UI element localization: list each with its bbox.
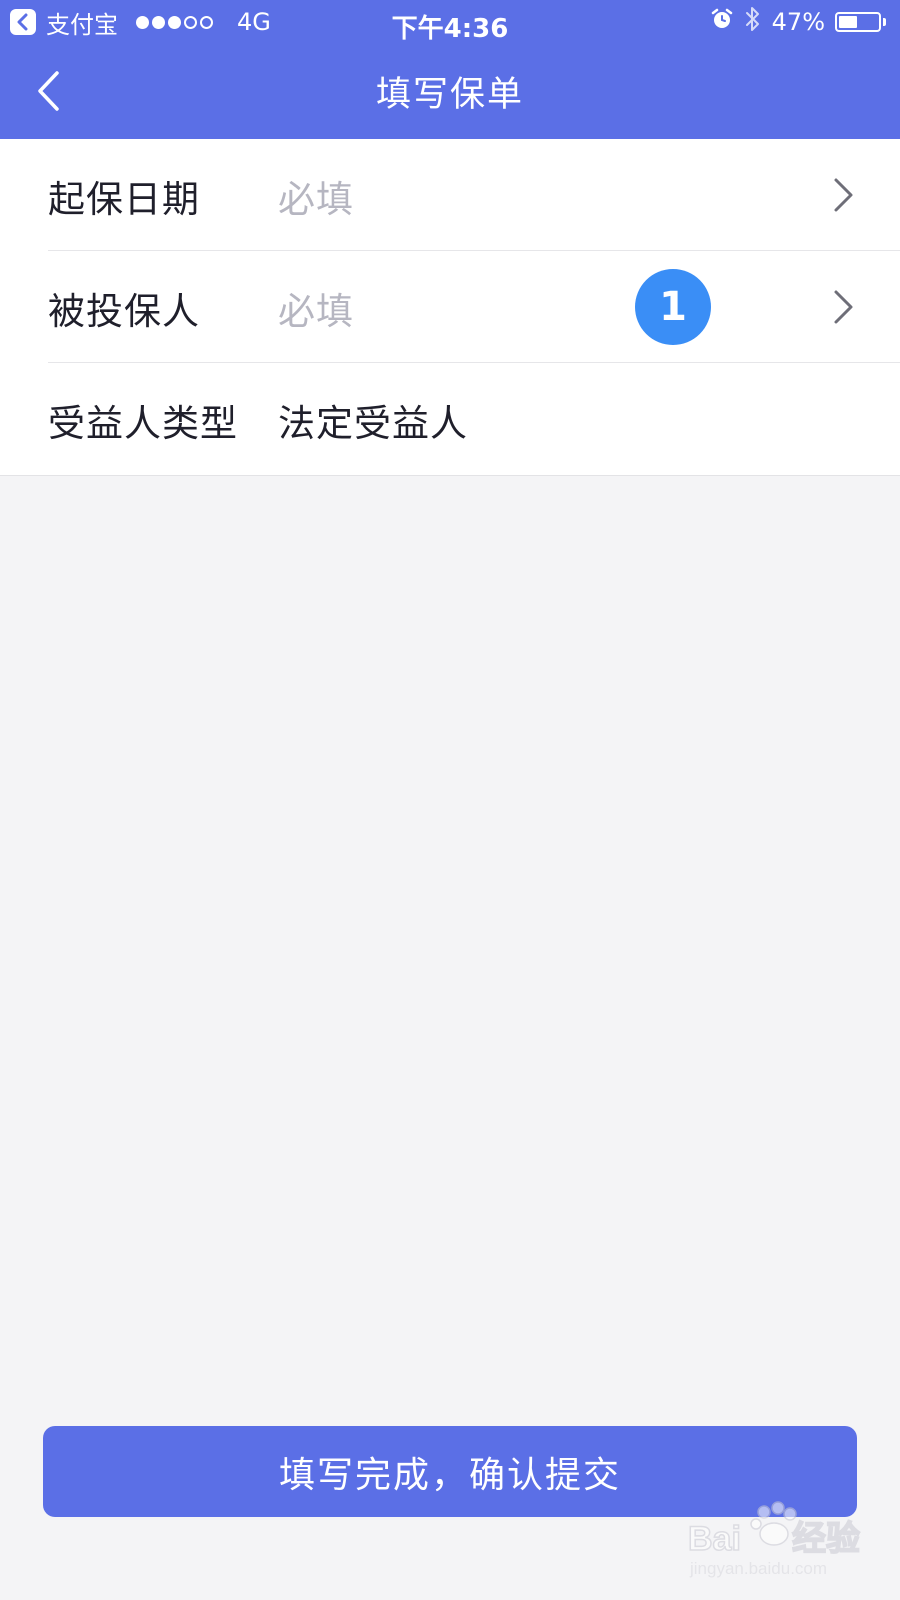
status-bar: 支付宝 4G 下午4:36 47% [0, 0, 900, 44]
beneficiary-type-value[interactable]: 法定受益人 [278, 393, 468, 447]
battery-percent: 47% [771, 8, 825, 36]
battery-body [835, 12, 881, 32]
page-title: 填写保单 [375, 75, 524, 115]
policy-form: 起保日期 必填 被投保人 必填 1 受益人类型 法定受益人 [0, 139, 900, 476]
svg-text:Bai: Bai [688, 1520, 741, 1558]
top-bar: 支付宝 4G 下午4:36 47% 填写保单 [0, 0, 900, 139]
form-row-start-date[interactable]: 起保日期 必填 [48, 139, 900, 251]
battery-cap [883, 18, 886, 26]
chevron-right-icon [834, 290, 853, 324]
form-row-beneficiary-type[interactable]: 受益人类型 法定受益人 [48, 363, 900, 475]
row-label: 被投保人 [48, 290, 200, 333]
status-right: 47% [710, 5, 886, 39]
step-badge: 1 [635, 269, 711, 345]
svg-text:jingyan.baidu.com: jingyan.baidu.com [689, 1559, 827, 1578]
screen: 支付宝 4G 下午4:36 47% 填写保单 起保日期 必填 被投保人 必填 1… [0, 0, 900, 1600]
nav-bar: 填写保单 [0, 44, 900, 139]
submit-button[interactable]: 填写完成，确认提交 [43, 1426, 857, 1517]
battery-fill [839, 16, 857, 28]
row-label: 起保日期 [48, 178, 200, 221]
alarm-icon [710, 7, 734, 37]
start-date-field[interactable]: 必填 [278, 169, 354, 223]
insured-person-field[interactable]: 必填 [278, 281, 354, 335]
bluetooth-icon [744, 5, 762, 39]
row-label: 受益人类型 [48, 402, 238, 445]
svg-text:经验: 经验 [792, 1519, 860, 1558]
form-row-insured-person[interactable]: 被投保人 必填 1 [48, 251, 900, 363]
chevron-right-icon [834, 178, 853, 212]
battery-icon [835, 12, 886, 32]
